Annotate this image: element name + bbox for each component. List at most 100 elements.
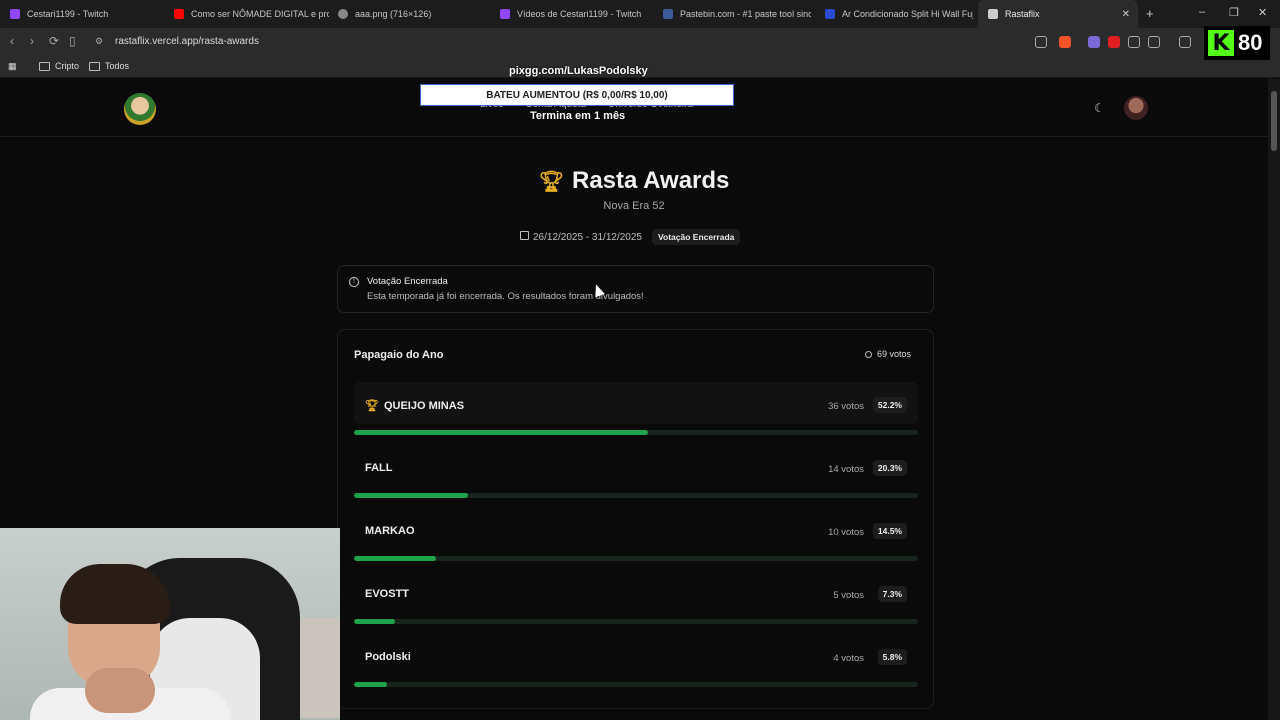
nominee-votes: 5 votos bbox=[833, 590, 864, 601]
page-title: Rasta Awards bbox=[571, 167, 730, 194]
status-badge: Votação Encerrada bbox=[651, 229, 741, 245]
youtube-icon bbox=[174, 9, 184, 19]
result-row: 🏆︎ QUEIJO MINAS 36 votos 52.2% bbox=[354, 382, 918, 438]
bookmark-label: Todos bbox=[105, 61, 130, 71]
store-icon bbox=[825, 9, 835, 19]
browser-tab[interactable]: Ar Condicionado Split Hi Wall Fujitsu bbox=[815, 0, 973, 28]
kick-viewer-badge: K 80 bbox=[1204, 26, 1270, 60]
extension-icon[interactable] bbox=[1148, 36, 1160, 48]
result-row: FALL 14 votos 20.3% bbox=[354, 445, 918, 501]
tab-title: Rastaflix bbox=[1005, 9, 1040, 19]
bookmark-label: Cripto bbox=[55, 61, 80, 71]
nominee-percent: 20.3% bbox=[872, 460, 907, 476]
info-icon: ! bbox=[349, 277, 359, 287]
nominee-name: QUEIJO MINAS bbox=[383, 399, 465, 412]
folder-icon bbox=[89, 61, 100, 71]
browser-tab[interactable]: Vídeos de Cestari1199 - Twitch bbox=[490, 0, 650, 28]
nominee-votes: 4 votos bbox=[833, 653, 864, 664]
browser-tab[interactable]: Cestari1199 - Twitch bbox=[0, 0, 168, 28]
bookmark-icon[interactable]: ▯ bbox=[69, 34, 76, 48]
tab-title: Pastebin.com - #1 paste tool since 2 bbox=[680, 9, 811, 19]
vote-progress-bar bbox=[354, 556, 918, 561]
date-row: 26/12/2025 - 31/12/2025 Votação Encerrad… bbox=[520, 229, 741, 245]
vote-progress-fill bbox=[354, 619, 396, 624]
globe-icon bbox=[338, 9, 348, 19]
users-icon bbox=[864, 350, 872, 358]
vote-progress-fill bbox=[354, 556, 436, 561]
page-subtitle: Nova Era 52 bbox=[603, 200, 665, 212]
stream-overlay-countdown: Termina em 1 mês bbox=[530, 110, 626, 122]
vote-progress-bar bbox=[354, 682, 918, 687]
tab-title: Vídeos de Cestari1199 - Twitch bbox=[517, 9, 642, 19]
forward-icon[interactable]: › bbox=[30, 34, 34, 48]
restore-icon[interactable]: ❐ bbox=[1229, 6, 1239, 19]
title-row: 🏆︎ Rasta Awards bbox=[0, 167, 1268, 195]
page-scrollbar[interactable] bbox=[1268, 79, 1280, 720]
browser-tab[interactable]: aaa.png (716×126) bbox=[328, 0, 488, 28]
nominee-name: FALL bbox=[365, 462, 393, 474]
back-icon[interactable]: ‹ bbox=[10, 34, 14, 48]
folder-icon bbox=[39, 61, 50, 71]
tab-title: Ar Condicionado Split Hi Wall Fujitsu bbox=[842, 9, 973, 19]
nominee-name: EVOSTT bbox=[365, 588, 410, 600]
puzzle-icon[interactable] bbox=[1128, 36, 1140, 48]
avatar[interactable] bbox=[1124, 96, 1148, 120]
nominee-votes: 14 votos bbox=[828, 464, 864, 475]
calendar-icon bbox=[520, 231, 529, 240]
nominee-percent: 5.8% bbox=[877, 649, 907, 665]
vote-progress-bar bbox=[354, 493, 918, 498]
site-logo[interactable] bbox=[124, 93, 156, 125]
vote-progress-bar bbox=[354, 619, 918, 624]
extension-icon[interactable] bbox=[1108, 36, 1120, 48]
twitch-icon bbox=[500, 9, 510, 19]
site-info-icon[interactable]: ⚙ bbox=[95, 36, 103, 47]
result-row: EVOSTT 5 votos 7.3% bbox=[354, 571, 918, 627]
browser-tab[interactable]: Pastebin.com - #1 paste tool since 2 bbox=[653, 0, 811, 28]
total-votes-label: 69 votos bbox=[876, 349, 911, 359]
share-icon[interactable] bbox=[1035, 36, 1047, 48]
sidebar-icon[interactable] bbox=[1179, 36, 1191, 48]
nominee-percent: 14.5% bbox=[872, 523, 907, 539]
close-tab-icon[interactable]: ✕ bbox=[1122, 9, 1130, 20]
bookmark-folder-todos[interactable]: Todos bbox=[89, 61, 129, 71]
category-card: Papagaio do Ano 69 votos 🏆︎ QUEIJO MINAS … bbox=[337, 329, 934, 709]
extension-icon[interactable] bbox=[1088, 36, 1100, 48]
close-window-icon[interactable]: ✕ bbox=[1258, 6, 1267, 19]
tab-title: Como ser NÔMADE DIGITAL e progr bbox=[191, 9, 329, 19]
browser-tab-bar: Cestari1199 - Twitch Como ser NÔMADE DIG… bbox=[0, 0, 1280, 28]
viewer-count: 80 bbox=[1238, 30, 1263, 55]
nominee-percent: 52.2% bbox=[872, 397, 907, 413]
bookmark-folder-cripto[interactable]: Cripto bbox=[39, 61, 79, 71]
minimize-icon[interactable]: – bbox=[1199, 6, 1205, 18]
category-title: Papagaio do Ano bbox=[354, 349, 444, 361]
trophy-icon: 🏆︎ bbox=[538, 170, 564, 193]
stream-overlay-goal: BATEU AUMENTOU (R$ 0,00/R$ 10,00) bbox=[420, 84, 734, 106]
kick-logo-icon: K bbox=[1208, 30, 1234, 56]
nominee-name: Podolski bbox=[365, 651, 411, 663]
pastebin-icon bbox=[663, 9, 673, 19]
alert-title: Votação Encerrada bbox=[367, 276, 448, 287]
vote-progress-fill bbox=[354, 430, 649, 435]
url-field[interactable]: rastaflix.vercel.app/rasta-awards bbox=[115, 36, 259, 47]
moon-icon[interactable]: ☾ bbox=[1094, 101, 1105, 115]
brave-icon[interactable] bbox=[1059, 36, 1071, 48]
browser-tab-active[interactable]: Rastaflix ✕ bbox=[978, 0, 1138, 28]
twitch-icon bbox=[10, 9, 20, 19]
tab-title: Cestari1199 - Twitch bbox=[27, 9, 109, 19]
address-bar-row: ‹ › ⟳ ▯ ⚙ rastaflix.vercel.app/rasta-awa… bbox=[0, 28, 1280, 56]
trophy-icon: 🏆︎ bbox=[365, 400, 379, 412]
new-tab-button[interactable]: + bbox=[1146, 6, 1154, 21]
vote-progress-bar bbox=[354, 430, 918, 435]
tab-title: aaa.png (716×126) bbox=[355, 9, 432, 19]
browser-tab[interactable]: Como ser NÔMADE DIGITAL e progr bbox=[164, 0, 329, 28]
scrollbar-thumb[interactable] bbox=[1271, 91, 1277, 151]
vote-progress-fill bbox=[354, 493, 469, 498]
nominee-votes: 36 votos bbox=[828, 401, 864, 412]
rastaflix-icon bbox=[988, 9, 998, 19]
apps-icon[interactable]: ▦ bbox=[8, 61, 17, 72]
reload-icon[interactable]: ⟳ bbox=[49, 34, 59, 48]
stream-overlay-pix-link: pixgg.com/LukasPodolsky bbox=[509, 65, 648, 77]
vote-progress-fill bbox=[354, 682, 387, 687]
result-row: Podolski 4 votos 5.8% bbox=[354, 634, 918, 690]
total-votes: 69 votos bbox=[864, 349, 911, 359]
